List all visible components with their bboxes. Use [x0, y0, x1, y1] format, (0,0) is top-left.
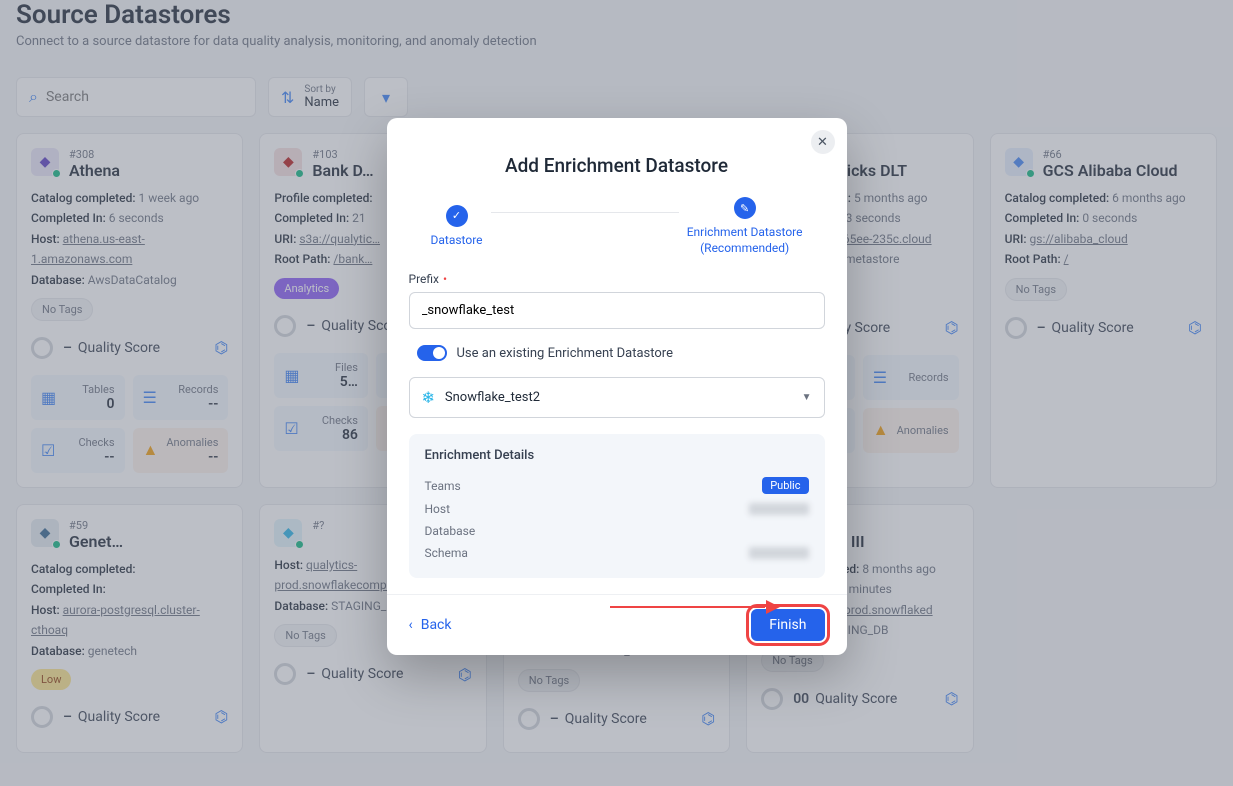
- back-button[interactable]: ‹ Back: [409, 617, 452, 633]
- select-value: Snowflake_test2: [445, 390, 792, 405]
- modal-overlay: ✕ Add Enrichment Datastore ✓ Datastore ✎…: [0, 0, 1233, 786]
- add-enrichment-modal: ✕ Add Enrichment Datastore ✓ Datastore ✎…: [387, 118, 847, 655]
- close-icon: ✕: [817, 135, 828, 150]
- chevron-left-icon: ‹: [409, 617, 413, 633]
- step-connector: [491, 212, 679, 213]
- use-existing-toggle[interactable]: [417, 345, 447, 361]
- public-badge: Public: [762, 477, 808, 494]
- prefix-label: Prefix•: [409, 272, 825, 286]
- check-icon: ✓: [452, 209, 461, 222]
- pencil-icon: ✎: [740, 202, 749, 215]
- close-button[interactable]: ✕: [811, 130, 835, 154]
- modal-title: Add Enrichment Datastore: [387, 118, 847, 197]
- finish-button[interactable]: Finish: [751, 609, 824, 641]
- snowflake-icon: ❄: [422, 388, 435, 407]
- step-datastore[interactable]: ✓ Datastore: [431, 205, 483, 249]
- enrichment-details: Enrichment Details TeamsPublic Host Data…: [409, 434, 825, 578]
- toggle-label: Use an existing Enrichment Datastore: [457, 346, 673, 361]
- step-enrichment[interactable]: ✎ Enrichment Datastore(Recommended): [687, 197, 803, 256]
- chevron-down-icon: ▼: [802, 392, 812, 403]
- prefix-input[interactable]: [409, 292, 825, 329]
- datastore-select[interactable]: ❄ Snowflake_test2 ▼: [409, 377, 825, 418]
